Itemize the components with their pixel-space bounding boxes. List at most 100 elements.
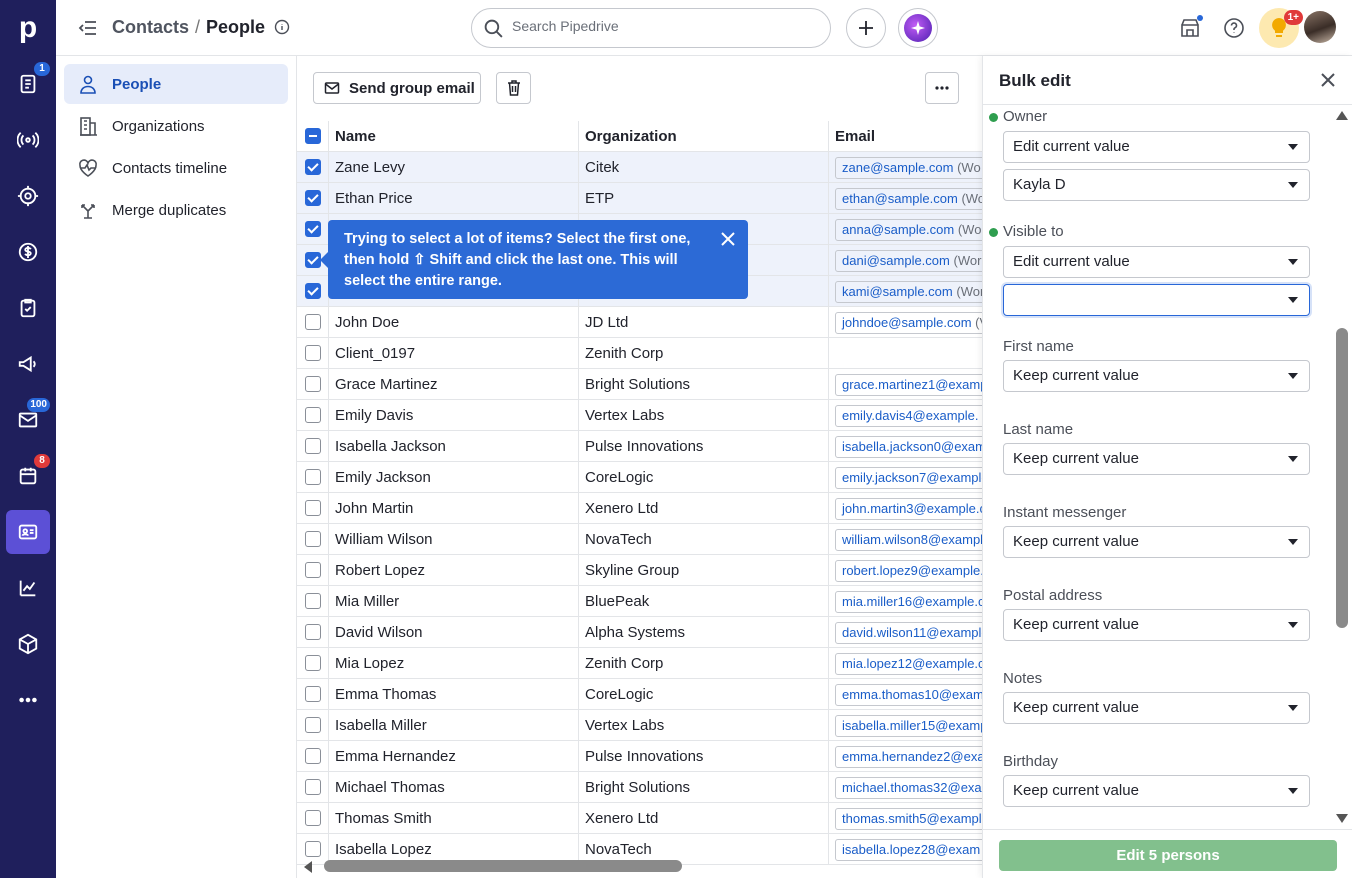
scroll-up-arrow[interactable] xyxy=(1336,111,1348,120)
panel-scrollbar[interactable] xyxy=(1335,111,1349,826)
column-header-organization[interactable]: Organization xyxy=(579,121,829,152)
pipedrive-logo[interactable]: p xyxy=(0,0,56,56)
organization-name[interactable]: Zenith Corp xyxy=(579,338,829,369)
person-name[interactable]: William Wilson xyxy=(329,524,579,555)
email-link[interactable]: david.wilson11@example xyxy=(835,622,982,644)
email-link[interactable]: emma.thomas10@examp xyxy=(835,684,982,706)
person-name[interactable]: Grace Martinez xyxy=(329,369,579,400)
person-name[interactable]: Client_0197 xyxy=(329,338,579,369)
table-row[interactable]: Mia Lopez Zenith Corp mia.lopez12@example.… xyxy=(297,648,982,679)
email-link[interactable]: mia.miller16@example.c xyxy=(835,591,982,613)
organization-name[interactable]: Alpha Systems xyxy=(579,617,829,648)
sidebar-item-people[interactable]: People xyxy=(64,64,288,104)
row-checkbox[interactable] xyxy=(305,283,321,299)
person-name[interactable]: John Martin xyxy=(329,493,579,524)
column-header-email[interactable]: Email xyxy=(829,121,982,152)
send-group-email-button[interactable]: Send group email xyxy=(313,72,481,104)
table-row[interactable]: Michael Thomas Bright Solutions michael.th… xyxy=(297,772,982,803)
instant-messenger-select[interactable]: Keep current value xyxy=(1003,526,1310,558)
email-link[interactable]: isabella.jackson0@exam xyxy=(835,436,982,458)
row-checkbox[interactable] xyxy=(305,841,321,857)
close-icon[interactable] xyxy=(720,231,736,247)
person-name[interactable]: Isabella Miller xyxy=(329,710,579,741)
help-icon[interactable] xyxy=(1220,14,1248,42)
rail-tasks-button[interactable] xyxy=(6,286,50,330)
scrollbar-thumb[interactable] xyxy=(1336,328,1348,628)
table-row[interactable]: Isabella Miller Vertex Labs isabella.mille… xyxy=(297,710,982,741)
table-row[interactable]: Isabella Jackson Pulse Innovations isabell… xyxy=(297,431,982,462)
row-checkbox[interactable] xyxy=(305,159,321,175)
person-name[interactable]: Thomas Smith xyxy=(329,803,579,834)
organization-name[interactable]: CoreLogic xyxy=(579,679,829,710)
close-icon[interactable] xyxy=(1321,73,1335,87)
person-name[interactable]: David Wilson xyxy=(329,617,579,648)
organization-name[interactable]: Pulse Innovations xyxy=(579,431,829,462)
notes-select[interactable]: Keep current value xyxy=(1003,692,1310,724)
rail-contacts-button[interactable] xyxy=(6,510,50,554)
row-checkbox[interactable] xyxy=(305,624,321,640)
person-name[interactable]: Emily Davis xyxy=(329,400,579,431)
organization-name[interactable]: Bright Solutions xyxy=(579,369,829,400)
row-checkbox[interactable] xyxy=(305,376,321,392)
sidebar-item-contacts-timeline[interactable]: Contacts timeline xyxy=(64,148,288,188)
visible-to-select[interactable] xyxy=(1003,284,1310,316)
organization-name[interactable]: JD Ltd xyxy=(579,307,829,338)
row-checkbox[interactable] xyxy=(305,717,321,733)
avatar[interactable] xyxy=(1304,11,1336,43)
sidebar-item-merge-duplicates[interactable]: Merge duplicates xyxy=(64,190,288,230)
table-row[interactable]: David Wilson Alpha Systems david.wilson11@… xyxy=(297,617,982,648)
email-link[interactable]: dani@sample.com (Wor xyxy=(835,250,982,272)
organization-name[interactable]: Vertex Labs xyxy=(579,710,829,741)
row-checkbox[interactable] xyxy=(305,314,321,330)
row-checkbox[interactable] xyxy=(305,686,321,702)
table-row[interactable]: Ethan PriceETP ethan@sample.com (Wo xyxy=(297,183,982,214)
organization-name[interactable]: Zenith Corp xyxy=(579,648,829,679)
email-link[interactable]: ethan@sample.com (Wo xyxy=(835,188,982,210)
organization-name[interactable]: Bright Solutions xyxy=(579,772,829,803)
row-checkbox[interactable] xyxy=(305,221,321,237)
sidebar-item-organizations[interactable]: Organizations xyxy=(64,106,288,146)
more-actions-button[interactable] xyxy=(925,72,959,104)
table-row[interactable]: Client_0197 Zenith Corp xyxy=(297,338,982,369)
table-row[interactable]: Emily Jackson CoreLogic emily.jackson7@exa… xyxy=(297,462,982,493)
rail-mail-button[interactable]: 100 xyxy=(6,398,50,442)
person-name[interactable]: Emma Hernandez xyxy=(329,741,579,772)
edit-persons-button[interactable]: Edit 5 persons xyxy=(999,840,1337,871)
table-row[interactable]: John Martin Xenero Ltd john.martin3@exampl… xyxy=(297,493,982,524)
breadcrumb-contacts[interactable]: Contacts xyxy=(112,17,189,37)
row-checkbox[interactable] xyxy=(305,469,321,485)
person-name[interactable]: Mia Miller xyxy=(329,586,579,617)
email-link[interactable]: emma.hernandez2@exa xyxy=(835,746,982,768)
delete-button[interactable] xyxy=(496,72,531,104)
table-row[interactable]: William Wilson NovaTech william.wilson8@ex… xyxy=(297,524,982,555)
row-checkbox[interactable] xyxy=(305,748,321,764)
person-name[interactable]: Mia Lopez xyxy=(329,648,579,679)
table-row[interactable]: Thomas Smith Xenero Ltd thomas.smith5@exam… xyxy=(297,803,982,834)
person-name[interactable]: Ethan Price xyxy=(329,183,579,214)
rail-target-button[interactable] xyxy=(6,174,50,218)
row-checkbox[interactable] xyxy=(305,500,321,516)
select-all-checkbox[interactable] xyxy=(305,128,321,144)
organization-name[interactable]: Citek xyxy=(579,152,829,183)
person-name[interactable]: Zane Levy xyxy=(329,152,579,183)
info-icon[interactable] xyxy=(274,19,290,35)
ai-assistant-button[interactable] xyxy=(898,8,938,48)
table-row[interactable]: Robert Lopez Skyline Group robert.lopez9@e… xyxy=(297,555,982,586)
row-checkbox[interactable] xyxy=(305,438,321,454)
search-input[interactable] xyxy=(512,18,812,34)
table-row[interactable]: Grace Martinez Bright Solutions grace.mart… xyxy=(297,369,982,400)
person-name[interactable]: Robert Lopez xyxy=(329,555,579,586)
table-row[interactable]: Emma Thomas CoreLogic emma.thomas10@examp xyxy=(297,679,982,710)
email-link[interactable]: grace.martinez1@examp xyxy=(835,374,982,396)
row-checkbox[interactable] xyxy=(305,252,321,268)
person-name[interactable]: John Doe xyxy=(329,307,579,338)
person-name[interactable]: Emily Jackson xyxy=(329,462,579,493)
rail-leads-button[interactable] xyxy=(6,118,50,162)
email-link[interactable]: robert.lopez9@example. xyxy=(835,560,982,582)
organization-name[interactable]: ETP xyxy=(579,183,829,214)
horizontal-scrollbar[interactable] xyxy=(296,858,982,876)
postal-address-select[interactable]: Keep current value xyxy=(1003,609,1310,641)
organization-name[interactable]: CoreLogic xyxy=(579,462,829,493)
table-row[interactable]: Emma Hernandez Pulse Innovations emma.hern… xyxy=(297,741,982,772)
row-checkbox[interactable] xyxy=(305,190,321,206)
